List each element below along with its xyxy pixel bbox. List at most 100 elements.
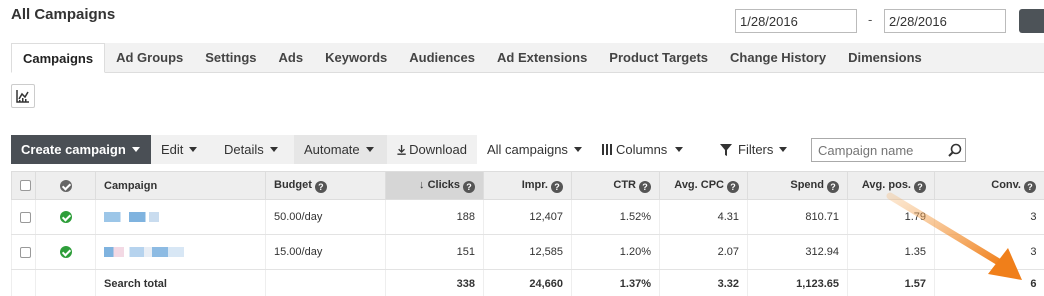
start-date-input[interactable] xyxy=(735,9,857,33)
spend-cell: 810.71 xyxy=(747,199,848,235)
create-campaign-label: Create campaign xyxy=(21,142,126,157)
avg-cpc-column-header[interactable]: Avg. CPC? xyxy=(659,171,748,200)
tab-ad-extensions[interactable]: Ad Extensions xyxy=(486,43,598,73)
status-column-header[interactable] xyxy=(35,171,96,200)
automate-label: Automate xyxy=(304,142,360,157)
checkbox[interactable] xyxy=(20,246,31,258)
ctr-column-header[interactable]: CTR? xyxy=(571,171,660,200)
spend-cell: 312.94 xyxy=(747,234,848,270)
chevron-down-icon xyxy=(189,147,198,152)
tab-bar: Campaigns Ad Groups Settings Ads Keyword… xyxy=(11,43,1044,73)
campaign-name-cell[interactable] xyxy=(95,199,266,235)
avg-cpc-cell: 4.31 xyxy=(659,199,748,235)
total-conv: 6 xyxy=(934,269,1044,296)
avg-pos-column-header[interactable]: Avg. pos.? xyxy=(847,171,935,200)
select-all-checkbox[interactable] xyxy=(11,171,36,200)
checkbox[interactable] xyxy=(20,211,31,223)
all-campaigns-label: All campaigns xyxy=(487,142,568,157)
campaign-column-header[interactable]: Campaign xyxy=(95,171,266,200)
chart-icon xyxy=(16,89,29,103)
total-row: Search total 338 24,660 1.37% 3.32 1,123… xyxy=(11,269,1044,296)
columns-icon xyxy=(602,144,612,155)
table-row: 50.00/day 188 12,407 1.52% 4.31 810.71 1… xyxy=(11,199,1044,235)
campaign-name-cell[interactable] xyxy=(95,234,266,270)
create-campaign-button[interactable]: Create campaign xyxy=(11,135,151,164)
conv-cell: 3 xyxy=(934,199,1044,235)
campaign-name-search-input[interactable] xyxy=(811,138,966,162)
budget-column-header[interactable]: Budget? xyxy=(265,171,386,200)
clicks-column-header[interactable]: ↓ Clicks? xyxy=(385,171,484,200)
edit-menu-button[interactable]: Edit xyxy=(151,135,214,164)
chevron-down-icon xyxy=(573,147,582,152)
impr-column-header[interactable]: Impr.? xyxy=(483,171,572,200)
spend-column-header[interactable]: Spend? xyxy=(747,171,848,200)
automate-menu-button[interactable]: Automate xyxy=(294,135,387,164)
avg-cpc-cell: 2.07 xyxy=(659,234,748,270)
budget-cell[interactable]: 15.00/day xyxy=(265,234,386,270)
total-label: Search total xyxy=(95,269,266,296)
campaign-filter-dropdown[interactable]: All campaigns xyxy=(477,135,592,164)
avg-cpc-header-label: Avg. CPC xyxy=(674,178,724,191)
date-separator: - xyxy=(868,12,873,27)
conv-column-header[interactable]: Conv.? xyxy=(934,171,1044,200)
impr-cell: 12,585 xyxy=(483,234,572,270)
help-icon[interactable]: ? xyxy=(827,180,839,193)
tab-dimensions[interactable]: Dimensions xyxy=(837,43,933,73)
redacted-campaign-name[interactable] xyxy=(104,247,184,258)
row-select-cell[interactable] xyxy=(11,234,36,270)
clicks-cell: 188 xyxy=(385,199,484,235)
search-icon[interactable] xyxy=(947,143,963,159)
row-select-cell[interactable] xyxy=(11,199,36,235)
help-icon[interactable]: ? xyxy=(727,180,739,193)
redacted-campaign-name[interactable] xyxy=(104,212,159,223)
spend-header-label: Spend xyxy=(790,178,824,191)
help-icon[interactable]: ? xyxy=(1024,180,1036,193)
total-blank-cell xyxy=(35,269,96,296)
details-menu-button[interactable]: Details xyxy=(214,135,294,164)
total-budget-cell xyxy=(265,269,386,296)
page-title: All Campaigns xyxy=(11,6,116,23)
campaign-header-label: Campaign xyxy=(104,179,158,192)
toolbar: Create campaign Edit Details Automate Do… xyxy=(11,135,800,164)
conv-cell: 3 xyxy=(934,234,1044,270)
filters-label: Filters xyxy=(738,142,774,157)
tab-campaigns[interactable]: Campaigns xyxy=(11,43,106,73)
enabled-status-icon[interactable] xyxy=(59,211,72,224)
conv-header-label: Conv. xyxy=(991,178,1021,191)
total-avg-pos: 1.57 xyxy=(847,269,935,296)
tab-settings[interactable]: Settings xyxy=(194,43,267,73)
total-blank-cell xyxy=(11,269,36,296)
status-check-icon xyxy=(59,179,72,192)
clicks-header-label: Clicks xyxy=(427,178,460,191)
help-icon[interactable]: ? xyxy=(314,180,327,193)
avg-pos-header-label: Avg. pos. xyxy=(861,178,911,191)
enabled-status-icon[interactable] xyxy=(59,246,72,259)
download-button[interactable]: Download xyxy=(387,135,477,164)
tab-change-history[interactable]: Change History xyxy=(719,43,837,73)
tab-audiences[interactable]: Audiences xyxy=(398,43,486,73)
help-icon[interactable]: ? xyxy=(639,180,651,193)
total-clicks: 338 xyxy=(385,269,484,296)
status-cell xyxy=(35,199,96,235)
budget-cell[interactable]: 50.00/day xyxy=(265,199,386,235)
date-apply-button[interactable] xyxy=(1019,9,1044,33)
ctr-cell: 1.52% xyxy=(571,199,660,235)
checkbox[interactable] xyxy=(20,180,31,192)
end-date-input[interactable] xyxy=(884,9,1006,33)
tab-ads[interactable]: Ads xyxy=(268,43,315,73)
tab-product-targets[interactable]: Product Targets xyxy=(598,43,719,73)
help-icon[interactable]: ? xyxy=(463,180,475,193)
ctr-cell: 1.20% xyxy=(571,234,660,270)
filters-button[interactable]: Filters xyxy=(710,135,800,164)
sort-down-arrow-icon: ↓ xyxy=(419,178,428,191)
help-icon[interactable]: ? xyxy=(551,180,563,193)
total-spend: 1,123.65 xyxy=(747,269,848,296)
tab-keywords[interactable]: Keywords xyxy=(314,43,398,73)
avg-pos-cell: 1.35 xyxy=(847,234,935,270)
chart-toggle-button[interactable] xyxy=(11,84,35,108)
tab-ad-groups[interactable]: Ad Groups xyxy=(105,43,194,73)
help-icon[interactable]: ? xyxy=(914,180,926,193)
budget-header-label: Budget xyxy=(274,178,312,191)
edit-label: Edit xyxy=(161,142,184,157)
columns-button[interactable]: Columns xyxy=(592,135,706,164)
